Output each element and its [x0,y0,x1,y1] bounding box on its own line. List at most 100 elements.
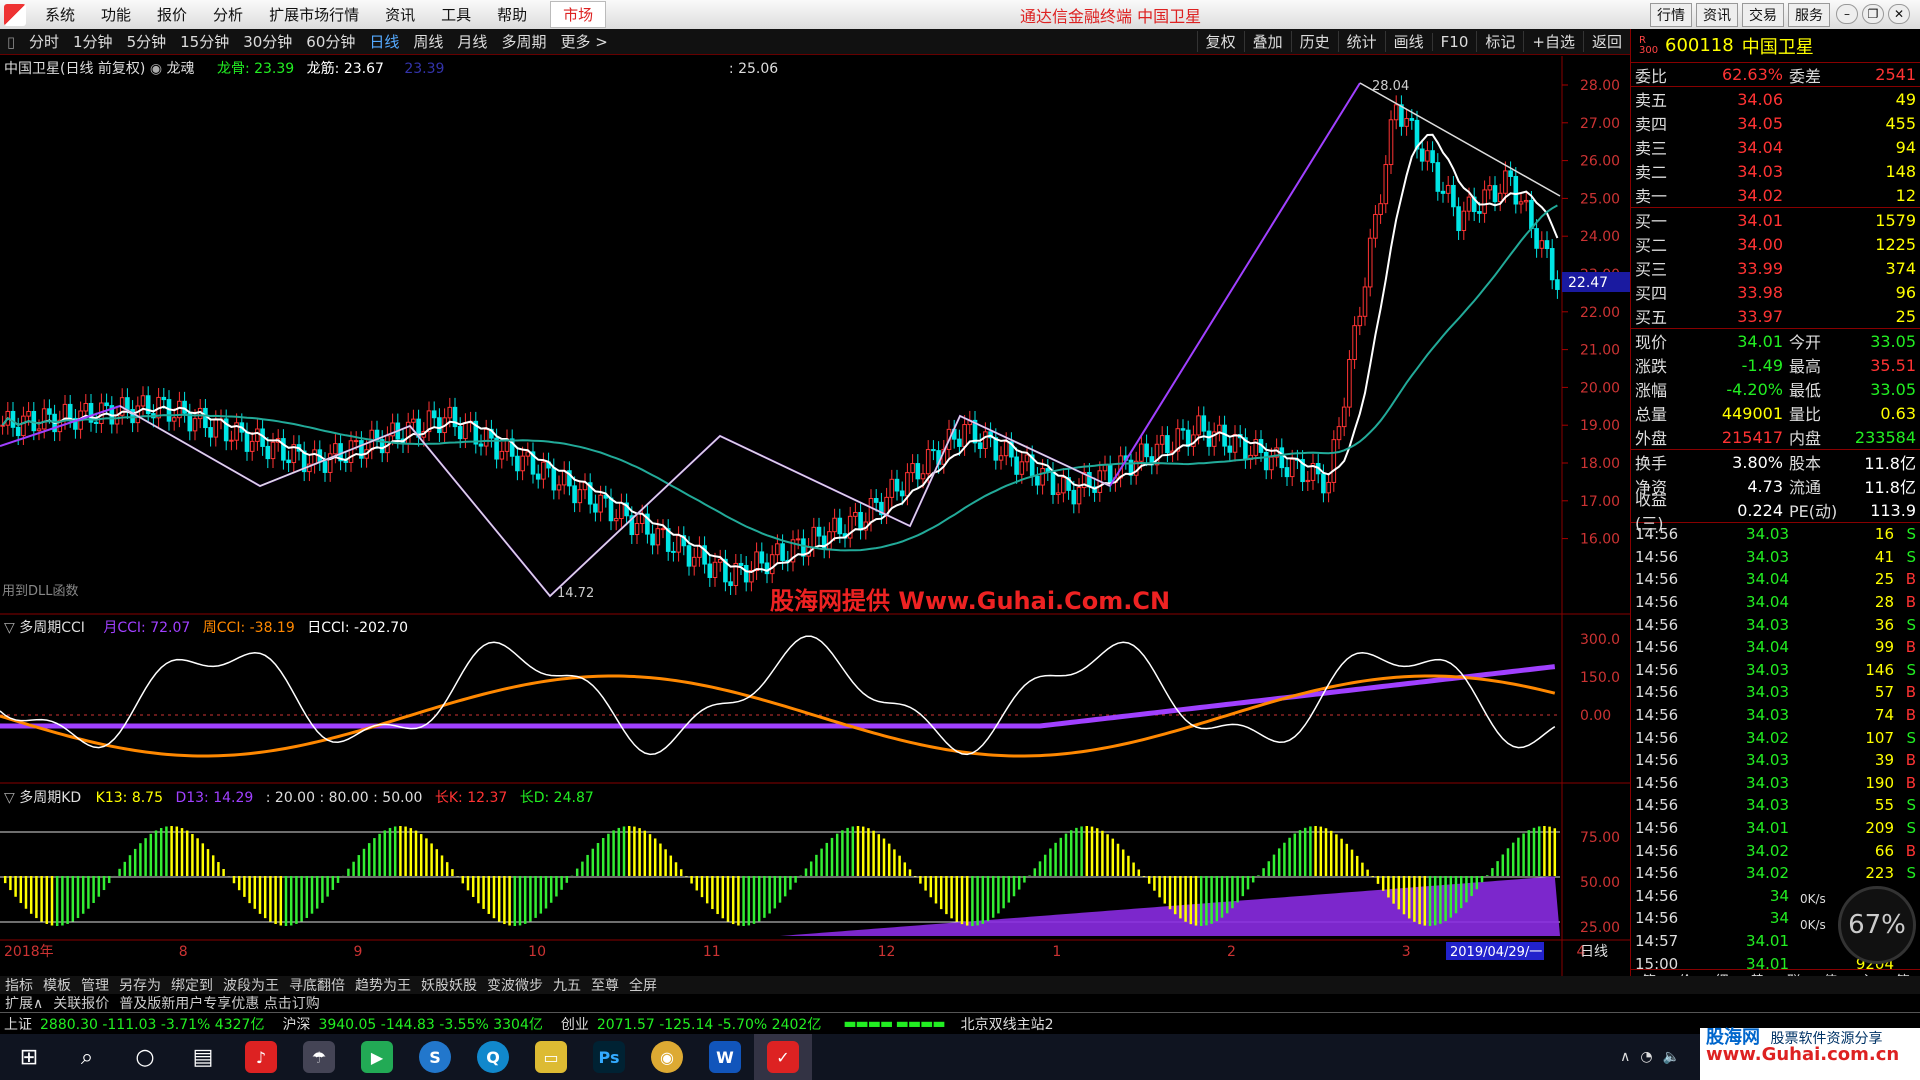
tool-mark[interactable]: 标记 [1476,31,1523,52]
candle-body [743,564,749,583]
volume-icon[interactable]: 🔈 [1663,1049,1680,1065]
order-row[interactable]: 卖三 34.04 94 [1631,135,1920,159]
settings-circle-icon[interactable]: ◉ [150,61,162,77]
toolbar-button[interactable]: 指标 [0,975,38,995]
menu-tools[interactable]: 工具 [428,4,484,25]
video-player-icon[interactable]: ▶ [348,1034,406,1080]
toolbar-button[interactable]: 九五 [548,975,586,995]
period-60min[interactable]: 60分钟 [299,31,362,52]
network-icon[interactable]: ◔ [1640,1049,1652,1065]
order-row[interactable]: 卖一 34.02 12 [1631,183,1920,207]
collapse-icon[interactable]: ▽ [4,790,15,806]
menu-system[interactable]: 系统 [32,4,88,25]
menu-function[interactable]: 功能 [88,4,144,25]
order-row[interactable]: 卖四 34.05 455 [1631,111,1920,135]
close-icon[interactable]: ✕ [1888,4,1910,24]
menu-extended-market[interactable]: 扩展市场行情 [256,4,372,25]
period-intraday[interactable]: 分时 [22,31,66,52]
toolbar-button[interactable]: 变波微步 [482,975,548,995]
quote-button[interactable]: 行情 [1650,3,1692,27]
stat-value: 449001 [1721,403,1783,423]
order-row[interactable]: 买五 33.97 25 [1631,304,1920,328]
tool-history[interactable]: 历史 [1290,31,1338,52]
toolbar-button[interactable]: 至尊 [586,975,624,995]
toolbar-button[interactable]: 妖股妖股 [416,975,482,995]
tick-time: 14:56 [1635,706,1679,725]
candle-body [1071,489,1077,505]
qq-browser-icon[interactable]: Q [464,1034,522,1080]
tdx-app-icon[interactable]: ✓ [754,1034,812,1080]
collapse-icon[interactable]: ▽ [4,620,15,636]
toolbar-button[interactable]: 全屏 [624,975,662,995]
period-weekly[interactable]: 周线 [406,31,450,52]
info-button[interactable]: 资讯 [1696,3,1738,27]
tool-draw[interactable]: 画线 [1384,31,1432,52]
quote-panel: R 300 600118 中国卫星 委比 62.63% 委差 2541 卖五 34.… [1630,29,1920,991]
period-15min[interactable]: 15分钟 [173,31,236,52]
toolbar-button[interactable]: 寻底翻倍 [284,975,350,995]
period-multi[interactable]: 多周期 [494,31,553,52]
order-row[interactable]: 买四 33.98 96 [1631,280,1920,304]
toolbar-button[interactable]: 波段为王 [218,975,284,995]
wps-writer-icon[interactable]: W [696,1034,754,1080]
toolbar-button[interactable]: 关联报价 [48,993,114,1013]
service-button[interactable]: 服务 [1788,3,1830,27]
tick-row: 14:56 34.03 146 S [1631,659,1920,682]
tool-back[interactable]: 返回 [1582,31,1630,52]
server-label[interactable]: 北京双线主站2 [957,1014,1058,1034]
toolbar-button[interactable]: 绑定到 [166,975,218,995]
market-button[interactable]: 市场 [550,1,607,28]
period-5min[interactable]: 5分钟 [120,31,174,52]
tool-add-watchlist[interactable]: +自选 [1523,31,1583,52]
period-1min[interactable]: 1分钟 [66,31,120,52]
restore-icon[interactable]: ❐ [1862,4,1884,24]
order-row[interactable]: 买二 34.00 1225 [1631,232,1920,256]
panel-toggle-icon[interactable]: ▯ [0,33,22,51]
period-more[interactable]: 更多 > [553,31,614,52]
toolbar-button[interactable]: 管理 [76,975,114,995]
order-row[interactable]: 买一 34.01 1579 [1631,208,1920,232]
weather-app-icon[interactable]: ☂ [290,1034,348,1080]
netease-music-icon[interactable]: ♪ [232,1034,290,1080]
index-sz-label[interactable]: 沪深 [278,1014,314,1034]
toolbar-button[interactable]: 普及版新用户专享优惠 点击订购 [114,993,324,1013]
toolbar-button[interactable]: 趋势为王 [350,975,416,995]
menu-news[interactable]: 资讯 [372,4,428,25]
stat-value: 215417 [1721,427,1783,447]
tray-up-icon[interactable]: ∧ [1620,1049,1630,1065]
tool-adjust[interactable]: 复权 [1196,31,1244,52]
candle-body [1508,170,1513,177]
toolbar-button[interactable]: 扩展∧ [0,993,48,1013]
longjin-value: 龙筋: 23.67 [306,61,384,77]
chart-canvas[interactable]: 28.0027.0026.0025.0024.0023.0022.0021.00… [0,56,1630,976]
task-view-icon[interactable]: ▤ [174,1034,232,1080]
minimize-icon[interactable]: – [1836,4,1858,24]
tool-overlay[interactable]: 叠加 [1243,31,1291,52]
index-sh-label[interactable]: 上证 [0,1014,36,1034]
order-qty: 49 [1895,89,1916,109]
menu-analysis[interactable]: 分析 [200,4,256,25]
toolbar-button[interactable]: 模板 [38,975,76,995]
period-monthly[interactable]: 月线 [450,31,494,52]
windows-start-icon[interactable]: ⊞ [0,1034,58,1080]
photoshop-icon[interactable]: Ps [580,1034,638,1080]
file-explorer-icon[interactable]: ▭ [522,1034,580,1080]
candle-body [905,472,910,497]
menu-help[interactable]: 帮助 [484,4,540,25]
menu-quote[interactable]: 报价 [144,4,200,25]
tool-stats[interactable]: 统计 [1337,31,1385,52]
search-icon[interactable]: ⌕ [58,1034,116,1080]
toolbar-button[interactable]: 另存为 [114,975,166,995]
order-row[interactable]: 卖五 34.06 49 [1631,87,1920,111]
trade-button[interactable]: 交易 [1742,3,1784,27]
chrome-icon[interactable]: ◉ [638,1034,696,1080]
period-30min[interactable]: 30分钟 [236,31,299,52]
order-row[interactable]: 买三 33.99 374 [1631,256,1920,280]
tool-f10[interactable]: F10 [1431,32,1477,51]
chart-area[interactable]: 28.0027.0026.0025.0024.0023.0022.0021.00… [0,56,1630,976]
sogou-browser-icon[interactable]: S [406,1034,464,1080]
order-row[interactable]: 卖二 34.03 148 [1631,159,1920,183]
index-cy-label[interactable]: 创业 [557,1014,593,1034]
cortana-icon[interactable]: ○ [116,1034,174,1080]
period-daily[interactable]: 日线 [362,31,406,52]
